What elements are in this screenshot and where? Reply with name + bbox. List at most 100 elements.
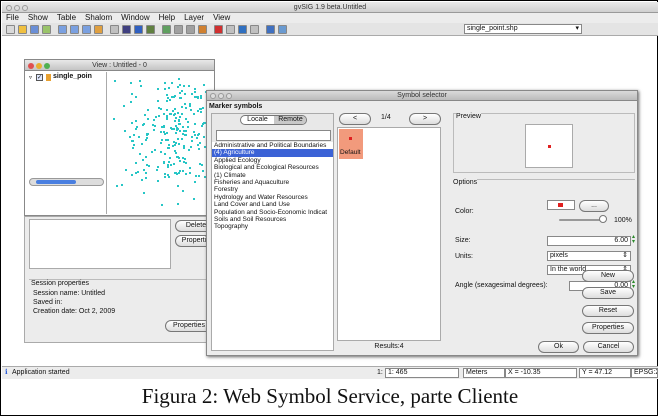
options-heading: Options [453, 179, 478, 186]
info-icon[interactable] [134, 25, 143, 34]
color-swatch[interactable] [547, 200, 575, 210]
zoom-out-icon[interactable] [70, 25, 79, 34]
select-icon[interactable] [122, 25, 131, 34]
map-point [166, 93, 169, 96]
pan-icon[interactable] [110, 25, 119, 34]
layer-combo[interactable]: single_point.shp ▾ [464, 24, 582, 34]
menu-help[interactable]: Help [159, 13, 175, 22]
session-heading: Session properties [31, 280, 89, 287]
library-item[interactable]: Topography [212, 223, 333, 230]
reset-button[interactable]: Reset [582, 305, 634, 317]
scale-field[interactable]: 1: 465 [385, 368, 459, 378]
opacity-slider-thumb[interactable] [599, 215, 607, 223]
zoom-extent-icon[interactable] [82, 25, 91, 34]
edit-icon[interactable] [198, 25, 207, 34]
map-point [164, 87, 167, 90]
save-icon[interactable] [30, 25, 39, 34]
opacity-slider[interactable] [559, 215, 607, 223]
map-canvas[interactable] [108, 72, 214, 214]
menubar: File Show Table Shalom Window Help Layer View [2, 13, 658, 23]
export-icon[interactable] [238, 25, 247, 34]
map-point [191, 93, 193, 95]
library-item[interactable]: Forestry [212, 186, 333, 193]
map-point [134, 120, 137, 123]
next-page-button[interactable]: > [409, 113, 441, 125]
map-point [134, 95, 137, 98]
epsg-code: EPSG:23030 [631, 368, 658, 378]
map-point [202, 136, 205, 139]
map-point [139, 80, 142, 83]
zoom-in-icon[interactable] [58, 25, 67, 34]
color-picker-button[interactable]: ... [579, 200, 609, 212]
map-point [153, 125, 156, 128]
window-controls[interactable] [210, 93, 234, 103]
library-item[interactable]: (4) Agriculture [212, 149, 333, 157]
map-point [154, 148, 157, 151]
angle-label: Angle (sexagesimal degrees): [455, 282, 548, 289]
map-point [183, 158, 186, 161]
toc-expand-icon[interactable]: ▿ [29, 74, 32, 81]
library-item[interactable]: Applied Ecology [212, 157, 333, 164]
map-point [183, 130, 186, 133]
library-item[interactable]: Fisheries and Aquaculture [212, 179, 333, 186]
menu-window[interactable]: Window [121, 13, 149, 22]
map-point [185, 107, 187, 110]
scrollbar-thumb[interactable] [36, 180, 76, 184]
library-item[interactable]: Biological and Ecological Resources [212, 164, 333, 171]
layer-icon[interactable] [42, 25, 51, 34]
menu-show[interactable]: Show [28, 13, 48, 22]
units-select[interactable]: pixels ⇕ [547, 251, 631, 261]
map-point [157, 100, 160, 102]
map-point [155, 115, 157, 118]
library-item[interactable]: Land Cover and Land Use [212, 201, 333, 208]
select-poly-icon[interactable] [186, 25, 195, 34]
filter-icon[interactable] [214, 25, 223, 34]
library-item[interactable]: Hydrology and Water Resources [212, 194, 333, 201]
properties-button[interactable]: Properties [582, 322, 634, 334]
view-window: View : Untitled - 0 ▿ ✓ single_poin [24, 59, 215, 216]
zoom-layer-icon[interactable] [94, 25, 103, 34]
menu-file[interactable]: File [6, 13, 19, 22]
tab-remote[interactable]: Remote [274, 116, 306, 124]
menu-table[interactable]: Table [57, 13, 76, 22]
map-point [166, 139, 169, 142]
new-button[interactable]: New [582, 270, 634, 282]
library-item[interactable]: (1) Climate [212, 172, 333, 179]
layer-visibility-checkbox[interactable]: ✓ [36, 74, 43, 81]
size-stepper[interactable]: ▴ ▾ [632, 234, 635, 245]
toc-scrollbar[interactable] [29, 178, 104, 186]
ok-button[interactable]: Ok [538, 341, 579, 353]
menu-layer[interactable]: Layer [184, 13, 204, 22]
menu-shalom[interactable]: Shalom [85, 13, 112, 22]
new-icon[interactable] [6, 25, 15, 34]
map-point [137, 170, 140, 173]
tab-locale[interactable]: Locale [241, 116, 274, 124]
select-rect-icon[interactable] [174, 25, 183, 34]
layer-name[interactable]: single_poin [53, 73, 92, 80]
map-point [174, 143, 177, 146]
map-point [182, 147, 185, 150]
map-point [181, 126, 184, 129]
size-field[interactable]: 6.00 [547, 236, 631, 246]
library-item[interactable]: Soils and Soil Resources [212, 216, 333, 223]
menu-view[interactable]: View [213, 13, 230, 22]
link-icon[interactable] [266, 25, 275, 34]
save-button[interactable]: Save [582, 287, 634, 299]
document-list[interactable] [29, 219, 171, 269]
table-icon[interactable] [226, 25, 235, 34]
library-item[interactable]: Administrative and Political Boundaries [212, 142, 333, 149]
prev-page-button[interactable]: < [339, 113, 371, 125]
library-item[interactable]: Population and Socio-Economic Indicat [212, 209, 333, 216]
library-search-input[interactable] [216, 130, 331, 141]
symbol-icon[interactable] [278, 25, 287, 34]
symbol-default[interactable]: Default [339, 129, 363, 159]
map-point [131, 173, 133, 176]
cancel-button[interactable]: Cancel [583, 341, 634, 353]
graph-icon[interactable] [250, 25, 259, 34]
map-point [202, 169, 204, 172]
map-point [180, 112, 183, 115]
measure-icon[interactable] [146, 25, 155, 34]
area-icon[interactable] [162, 25, 171, 34]
map-point [174, 124, 177, 127]
open-icon[interactable] [18, 25, 27, 34]
